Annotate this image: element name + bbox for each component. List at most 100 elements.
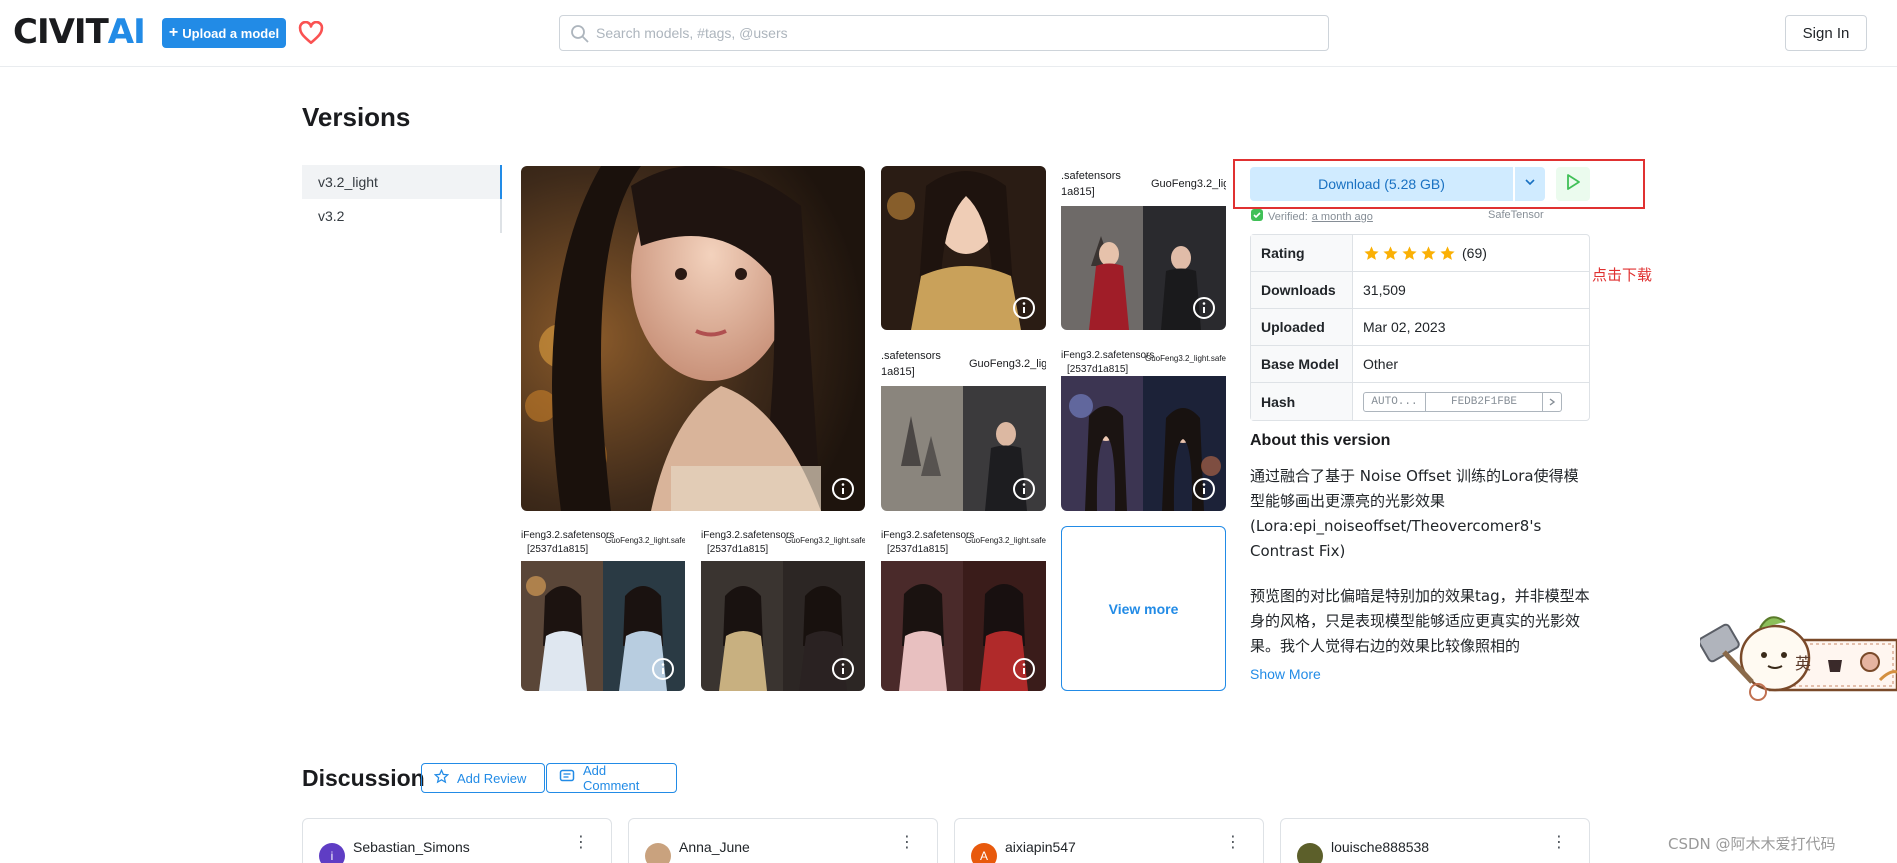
about-paragraph: 通过融合了基于 Noise Offset 训练的Lora使得模型能够画出更漂亮的…: [1250, 467, 1579, 560]
star-icon: [1421, 245, 1436, 260]
file-format-label: SafeTensor: [1488, 209, 1544, 221]
info-icon[interactable]: [1192, 296, 1216, 320]
heart-icon[interactable]: [297, 19, 325, 47]
base-model-value: Other: [1363, 356, 1399, 372]
image-overlay-text: iFeng3.2.safetensors: [881, 530, 975, 541]
hash-value-cell: AUTO... FEDB2F1FBE: [1353, 383, 1589, 420]
more-options-icon[interactable]: ⋮: [899, 835, 915, 851]
discussion-card[interactable]: Anna_June ⋮: [628, 818, 938, 863]
rating-count: (69): [1462, 245, 1487, 261]
avatar: [645, 843, 671, 863]
discussion-card[interactable]: louische888538 ⋮: [1280, 818, 1590, 863]
info-icon[interactable]: [1192, 477, 1216, 501]
hash-widget[interactable]: AUTO... FEDB2F1FBE: [1363, 391, 1562, 412]
discussion-title: Discussion: [302, 765, 425, 791]
downloads-label: Downloads: [1251, 272, 1353, 308]
discussion-card[interactable]: i Sebastian_Simons ⋮: [302, 818, 612, 863]
search-bar[interactable]: [559, 15, 1329, 51]
preview-image-3[interactable]: .safetensors 1a815] GuoFeng3.2_lig: [1061, 166, 1226, 330]
username[interactable]: aixiapin547: [1005, 839, 1076, 855]
verified-prefix: Verified:: [1268, 210, 1308, 223]
logo-text-ai: AI: [107, 12, 146, 52]
hash-label: Hash: [1251, 383, 1353, 420]
star-icon: [1402, 245, 1417, 260]
more-options-icon[interactable]: ⋮: [1551, 835, 1567, 851]
info-icon[interactable]: [831, 657, 855, 681]
model-details-table: Rating (69) Downloads 31,509 Uploaded Ma…: [1250, 234, 1590, 421]
add-comment-button[interactable]: Add Comment: [546, 763, 677, 793]
verified-status: Verified: a month ago: [1250, 208, 1373, 225]
logo-text-civit: CIVIT: [13, 12, 109, 52]
preview-image-main[interactable]: [521, 166, 865, 511]
version-tab-v3-2[interactable]: v3.2: [302, 199, 502, 233]
info-icon[interactable]: [1012, 657, 1036, 681]
image-overlay-text: iFeng3.2.safetensors: [1061, 350, 1155, 361]
upload-model-label: Upload a model: [182, 25, 280, 41]
star-rating: [1363, 245, 1456, 262]
search-input[interactable]: [596, 25, 1328, 41]
image-overlay-text: GuoFeng3.2_lig: [1151, 178, 1226, 190]
details-row-rating: Rating (69): [1251, 235, 1589, 272]
username[interactable]: louische888538: [1331, 839, 1429, 855]
image-overlay-text: 1a815]: [881, 366, 915, 378]
download-options-button[interactable]: [1515, 167, 1545, 201]
mascot-text: 英: [1795, 654, 1811, 673]
preview-image-7[interactable]: iFeng3.2.safetensors [2537d1a815] GuoFen…: [701, 526, 865, 691]
image-overlay-text: [2537d1a815]: [1067, 364, 1129, 375]
username[interactable]: Sebastian_Simons: [353, 839, 470, 855]
star-outline-icon: [433, 768, 450, 787]
preview-image-4[interactable]: .safetensors 1a815] GuoFeng3.2_lig: [881, 346, 1046, 511]
hash-value[interactable]: FEDB2F1FBE: [1426, 392, 1543, 411]
sign-in-button[interactable]: Sign In: [1785, 15, 1867, 51]
about-version-title: About this version: [1250, 432, 1391, 449]
base-model-label: Base Model: [1251, 346, 1353, 382]
info-icon[interactable]: [1012, 296, 1036, 320]
discussion-card[interactable]: A aixiapin547 ⋮: [954, 818, 1264, 863]
csdn-watermark: CSDN @阿木木爱打代码: [1668, 835, 1836, 853]
image-overlay-text: [2537d1a815]: [707, 544, 769, 555]
view-more-button[interactable]: View more: [1061, 526, 1226, 691]
username[interactable]: Anna_June: [679, 839, 750, 855]
show-more-link[interactable]: Show More: [1250, 666, 1321, 682]
downloads-value: 31,509: [1363, 282, 1406, 298]
chevron-right-icon[interactable]: [1543, 397, 1561, 407]
run-model-button[interactable]: [1556, 167, 1590, 201]
plus-icon: +: [168, 24, 179, 41]
avatar: i: [319, 843, 345, 863]
preview-image-8[interactable]: iFeng3.2.safetensors [2537d1a815] GuoFen…: [881, 526, 1046, 691]
add-review-label: Add Review: [457, 770, 527, 786]
info-icon[interactable]: [831, 477, 855, 501]
more-options-icon[interactable]: ⋮: [573, 835, 589, 851]
rating-value[interactable]: (69): [1353, 235, 1589, 271]
star-icon: [1364, 245, 1379, 260]
add-review-button[interactable]: Add Review: [421, 763, 545, 793]
details-row-hash: Hash AUTO... FEDB2F1FBE: [1251, 383, 1589, 420]
chevron-down-icon: [1523, 175, 1537, 194]
civitai-logo[interactable]: CIVIT AI: [13, 12, 146, 52]
star-icon: [1383, 245, 1398, 260]
play-icon: [1564, 173, 1582, 196]
preview-image-5[interactable]: iFeng3.2.safetensors [2537d1a815] GuoFen…: [1061, 346, 1226, 511]
download-button[interactable]: Download (5.28 GB): [1250, 167, 1513, 201]
uploaded-label: Uploaded: [1251, 309, 1353, 345]
hash-type-select[interactable]: AUTO...: [1364, 392, 1426, 411]
about-version-text: 通过融合了基于 Noise Offset 训练的Lora使得模型能够画出更漂亮的…: [1250, 464, 1590, 666]
preview-image-6[interactable]: iFeng3.2.safetensors [2537d1a815] GuoFen…: [521, 526, 685, 691]
floating-mascot-widget[interactable]: 英: [1698, 600, 1897, 710]
image-overlay-text: GuoFeng3.2_light.safeten: [1145, 354, 1226, 363]
info-icon[interactable]: [651, 657, 675, 681]
preview-image-2[interactable]: [881, 166, 1046, 330]
image-overlay-text: GuoFeng3.2_light.safeten: [785, 536, 865, 545]
details-row-uploaded: Uploaded Mar 02, 2023: [1251, 309, 1589, 346]
image-overlay-text: GuoFeng3.2_lig: [969, 358, 1046, 370]
upload-model-button[interactable]: + Upload a model: [162, 18, 286, 48]
shield-check-icon: [1250, 208, 1264, 225]
details-row-base-model: Base Model Other: [1251, 346, 1589, 383]
image-overlay-text: 1a815]: [1061, 186, 1095, 198]
info-icon[interactable]: [1012, 477, 1036, 501]
verified-time-link[interactable]: a month ago: [1312, 211, 1373, 223]
version-tab-v3-2-light[interactable]: v3.2_light: [302, 165, 502, 199]
details-row-downloads: Downloads 31,509: [1251, 272, 1589, 309]
more-options-icon[interactable]: ⋮: [1225, 835, 1241, 851]
image-overlay-text: .safetensors: [1061, 170, 1121, 182]
